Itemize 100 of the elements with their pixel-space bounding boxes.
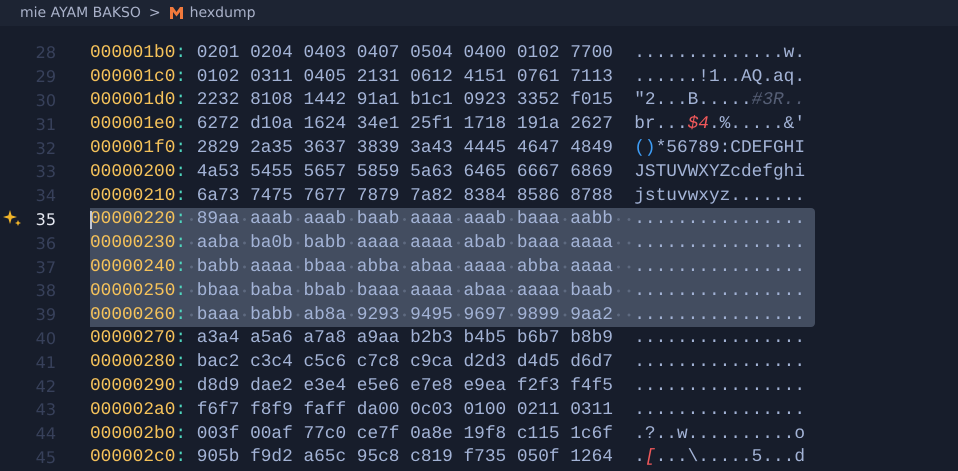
hex-word: 00af: [250, 424, 293, 444]
hex-word: 95c8: [356, 447, 400, 468]
ascii-text: ................: [634, 280, 805, 301]
hex-word: a7a8: [303, 328, 346, 348]
hex-word: a5a6: [250, 328, 293, 348]
address-colon: :: [175, 162, 186, 182]
hex-word: 0102: [196, 66, 240, 87]
hex-word: e7e8: [410, 376, 453, 396]
hex-address: 00000210: [90, 186, 176, 206]
hex-word: 0612: [410, 66, 453, 87]
ascii-text: ..............w.: [634, 42, 805, 63]
hex-word: 0204: [250, 42, 293, 63]
hex-word: c9ca: [410, 352, 453, 372]
hex-word: ab8a: [303, 304, 346, 325]
hex-word: abba: [516, 257, 560, 278]
hex-word: 1718: [464, 114, 506, 134]
hex-word: 7879: [356, 186, 400, 206]
hex-word: 3352: [516, 90, 560, 110]
hex-word: aaaa: [570, 257, 613, 278]
ascii-text: ................: [634, 400, 805, 420]
hex-address: 00000270: [90, 328, 176, 348]
hex-word: 6272: [196, 114, 240, 134]
hex-word: f735: [464, 447, 506, 468]
hex-word: 4445: [464, 138, 506, 158]
ascii-text: ()*56789:CDEFGHI: [634, 138, 805, 158]
hex-address: 00000220: [90, 209, 176, 230]
hex-word: 0311: [570, 400, 613, 420]
hex-word: abaa: [464, 280, 506, 301]
breadcrumb-separator: >: [148, 5, 161, 21]
hex-word: aaab: [303, 209, 346, 230]
hex-word: 2829: [196, 138, 240, 158]
hex-word: baaa: [516, 209, 560, 230]
hex-word: 0504: [410, 42, 453, 63]
ascii-text: jstuvwxyz.......: [634, 186, 805, 206]
hex-word: a3a4: [196, 328, 240, 348]
hex-word: babb: [196, 257, 240, 278]
hex-word: baaa: [356, 280, 400, 301]
ascii-text: ................: [634, 233, 805, 254]
hex-word: 4151: [464, 66, 506, 87]
ascii-text: ................: [634, 376, 805, 396]
address-colon: :: [175, 186, 186, 206]
hex-word: bbab: [303, 280, 346, 301]
hex-word: babb: [250, 304, 293, 325]
breadcrumb-file[interactable]: hexdump: [190, 5, 256, 21]
address-colon: :: [175, 400, 186, 420]
address-colon: :: [175, 66, 186, 87]
ascii-text: ................: [634, 328, 805, 348]
hex-word: 9697: [464, 304, 506, 325]
hex-word: d10a: [250, 114, 293, 134]
hex-word: 0201: [196, 42, 240, 63]
address-colon: :: [175, 233, 186, 254]
hex-address: 000001d0: [90, 90, 176, 110]
hex-word: 003f: [196, 424, 240, 444]
ascii-text: .[...\.....5...d: [634, 447, 805, 468]
hex-word: aaaa: [464, 257, 506, 278]
hex-address: 000001b0: [90, 42, 176, 63]
ascii-text: ................: [634, 352, 805, 372]
breadcrumb-folder[interactable]: mie AYAM BAKSO: [20, 5, 141, 21]
hex-word: 0311: [250, 66, 293, 87]
ascii-text: ................: [634, 257, 805, 278]
hex-word: c5c6: [303, 352, 346, 372]
ascii-text: .?..w..........o: [634, 424, 805, 444]
hex-word: 4849: [570, 138, 613, 158]
hex-word: dae2: [250, 376, 293, 396]
hex-word: 0c03: [410, 400, 453, 420]
address-colon: :: [175, 138, 186, 158]
hex-word: abba: [356, 257, 400, 278]
hex-word: 7113: [570, 66, 613, 87]
hex-word: aaaa: [410, 280, 453, 301]
hex-word: abab: [464, 233, 506, 254]
sparkle-icon[interactable]: [3, 210, 23, 228]
hex-word: 6a73: [196, 186, 240, 206]
hex-word: 91a1: [356, 90, 400, 110]
ascii-text: br...$4.%.....&': [634, 114, 806, 134]
hex-word: faff: [303, 400, 346, 420]
hex-word: 1c6f: [570, 424, 613, 444]
hex-address: 000001e0: [90, 114, 176, 134]
hex-word: 0400: [464, 42, 506, 63]
hex-address: 00000290: [90, 376, 176, 396]
ascii-text: "2...B.....#3R..: [634, 90, 806, 110]
ascii-text: ......!1..AQ.aq.: [634, 66, 805, 87]
hex-word: 1624: [303, 114, 346, 134]
hex-address: 00000200: [90, 162, 176, 182]
hex-word: 9aa2: [570, 304, 613, 325]
hex-word: 0923: [464, 90, 506, 110]
hex-word: aaaa: [410, 209, 453, 230]
hex-word: c115: [516, 424, 560, 444]
hex-word: 2232: [196, 90, 240, 110]
hex-word: bbaa: [303, 257, 346, 278]
hex-word: 0102: [516, 42, 560, 63]
hex-word: 5859: [356, 162, 400, 182]
hex-word: baaa: [196, 304, 240, 325]
hex-word: 0100: [464, 400, 506, 420]
hex-address: 000002a0: [90, 400, 176, 420]
hex-word: e3e4: [303, 376, 346, 396]
hex-word: 8788: [570, 186, 613, 206]
hex-word: d2d3: [464, 352, 506, 372]
address-colon: :: [175, 424, 186, 444]
hex-word: 0211: [516, 400, 560, 420]
m-file-icon: [168, 6, 184, 20]
